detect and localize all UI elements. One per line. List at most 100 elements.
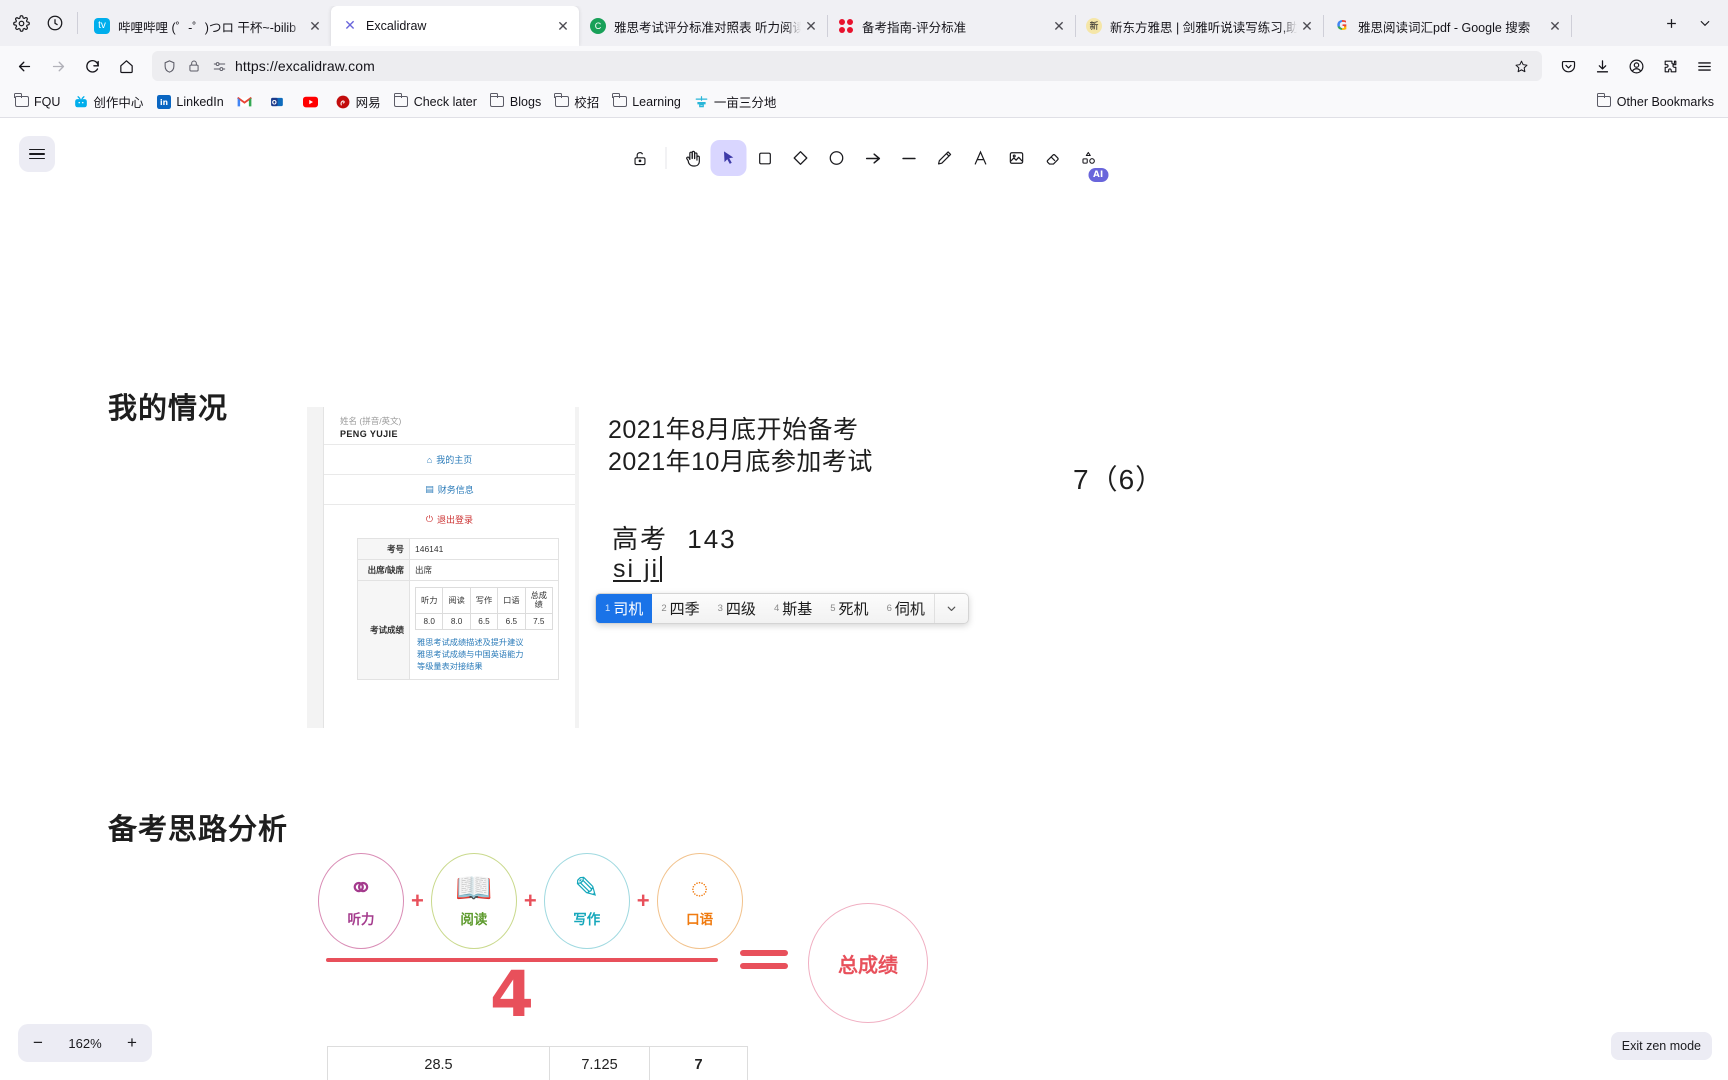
band-header: 口语	[497, 587, 526, 614]
bookmark-item[interactable]: 一亩三分地	[688, 89, 783, 114]
zoom-in-button[interactable]: +	[116, 1027, 148, 1059]
site-settings-icon[interactable]	[210, 57, 228, 75]
score-footer-links[interactable]: 雅思考试成绩描述及提升建议 雅思考试成绩与中国英语能力 等级量表对接结果	[415, 632, 553, 675]
draw-tool[interactable]	[927, 140, 963, 176]
bookmark-item[interactable]: Blogs	[484, 91, 547, 112]
score-average-table: 28.5 7.125 7	[327, 1046, 748, 1080]
bookmark-star-icon[interactable]	[1508, 53, 1534, 79]
account-icon[interactable]	[1620, 50, 1652, 82]
history-icon[interactable]	[38, 6, 72, 40]
skill-circle-writing: ✎ 写作	[543, 853, 630, 949]
exam-number-label: 考号	[357, 538, 410, 560]
browser-tab[interactable]: 备考指南-评分标准 ✕	[827, 6, 1076, 46]
redbook-favicon	[838, 18, 854, 34]
bookmark-item[interactable]	[231, 91, 263, 112]
back-button[interactable]	[8, 50, 40, 82]
footer-link[interactable]: 雅思考试成绩描述及提升建议	[417, 637, 551, 649]
band-headers-row: 听力 阅读 写作 口语 总成绩	[414, 587, 554, 614]
excalidraw-canvas[interactable]: 我的情况 备考思路分析 2021年8月底开始备考 2021年10月底参加考试 高…	[0, 118, 1728, 1080]
tab-close-button[interactable]: ✕	[553, 16, 573, 36]
more-tools-button[interactable]: AI	[1071, 140, 1109, 182]
text-editor-typing[interactable]: si ji	[613, 555, 663, 584]
browser-tab-active[interactable]: ✕ Excalidraw ✕	[331, 6, 579, 46]
zoom-out-button[interactable]: −	[22, 1027, 54, 1059]
text-tool[interactable]	[963, 140, 999, 176]
ime-candidate[interactable]: 5 死机	[821, 594, 877, 623]
reload-button[interactable]	[76, 50, 108, 82]
line-tool[interactable]	[891, 140, 927, 176]
url-text[interactable]: https://excalidraw.com	[235, 58, 1501, 74]
scores-label: 考试成绩	[357, 580, 410, 680]
ime-candidate-bar[interactable]: 1 司机 2 四季 3 四级 4 斯基 5 死机 6 伺机	[595, 593, 969, 624]
lock-icon[interactable]	[185, 57, 203, 75]
link-financial-info[interactable]: ▤ 财务信息	[324, 474, 575, 504]
tab-close-button[interactable]: ✕	[801, 16, 821, 36]
other-bookmarks-label: Other Bookmarks	[1616, 94, 1714, 109]
ime-candidate[interactable]: 1 司机	[596, 594, 653, 623]
candidate-name-block: 姓名 (拼音/英文) PENG YUJIE	[324, 407, 575, 444]
ime-candidate[interactable]: 4 斯基	[765, 594, 821, 623]
hamburger-menu-button[interactable]	[19, 136, 55, 172]
footer-link[interactable]: 等级量表对接结果	[417, 661, 551, 673]
browser-tab[interactable]: tv 哔哩哔哩 (゜-゜)つロ 干杯~-bilib ✕	[83, 6, 332, 46]
app-menu-icon[interactable]	[1688, 50, 1720, 82]
ime-expand-button[interactable]	[933, 594, 968, 623]
link-logout[interactable]: ⏻ 退出登录	[324, 504, 575, 534]
hand-tool[interactable]	[675, 140, 711, 176]
ellipse-tool[interactable]	[819, 140, 855, 176]
ielts-score-screenshot[interactable]: 姓名 (拼音/英文) PENG YUJIE ⌂ 我的主页 ▤ 财务信息 ⏻ 退出…	[307, 407, 579, 728]
skill-circles-row: ⚭ 听力 + 📖 阅读 + ✎ 写作 + ◌ 口语	[318, 853, 743, 949]
plus-sign: +	[523, 888, 537, 913]
bookmark-item[interactable]: O	[264, 91, 296, 112]
selection-tool[interactable]	[710, 140, 747, 176]
tab-close-button[interactable]: ✕	[1545, 16, 1565, 36]
band-value: 6.5	[497, 612, 526, 631]
rectangle-tool[interactable]	[747, 140, 783, 176]
ielts-formula-infographic[interactable]: ⚭ 听力 + 📖 阅读 + ✎ 写作 + ◌ 口语 4 总成绩	[290, 853, 950, 1038]
address-bar[interactable]: https://excalidraw.com	[152, 51, 1542, 81]
forward-button[interactable]	[42, 50, 74, 82]
browser-tab[interactable]: 新 新东方雅思 | 剑雅听说读写练习,助 ✕	[1075, 6, 1324, 46]
shield-icon[interactable]	[160, 57, 178, 75]
downloads-icon[interactable]	[1586, 50, 1618, 82]
bookmark-item[interactable]	[297, 91, 329, 112]
exit-zen-mode-button[interactable]: Exit zen mode	[1610, 1032, 1712, 1060]
browser-window: tv 哔哩哔哩 (゜-゜)つロ 干杯~-bilib ✕ ✕ Excalidraw…	[0, 0, 1728, 1080]
bookmark-item[interactable]: 创作中心	[67, 89, 149, 114]
bookmark-item[interactable]: 校招	[548, 89, 605, 114]
image-tool[interactable]	[999, 140, 1035, 176]
ime-candidate[interactable]: 2 四季	[652, 594, 708, 623]
eraser-tool[interactable]	[1035, 140, 1071, 176]
ime-candidate[interactable]: 3 四级	[709, 594, 765, 623]
other-bookmarks-folder[interactable]: Other Bookmarks	[1591, 91, 1720, 112]
ime-candidate[interactable]: 6 伺机	[878, 594, 934, 623]
bookmark-item[interactable]: Learning	[606, 91, 687, 112]
skill-label: 阅读	[460, 912, 488, 927]
bookmark-item[interactable]: FQU	[8, 91, 66, 112]
browser-tab[interactable]: G 雅思阅读词汇pdf - Google 搜索 ✕	[1323, 6, 1572, 46]
new-tab-button[interactable]	[1654, 6, 1688, 40]
firefox-view-icon[interactable]	[4, 6, 38, 40]
bookmark-item[interactable]: in LinkedIn	[150, 91, 229, 112]
skill-label: 听力	[347, 912, 375, 927]
bookmark-item[interactable]: 网易	[330, 89, 387, 114]
tab-close-button[interactable]: ✕	[1049, 16, 1069, 36]
link-my-homepage[interactable]: ⌂ 我的主页	[324, 444, 575, 474]
tab-close-button[interactable]: ✕	[1297, 16, 1317, 36]
ime-candidate-index: 1	[605, 603, 611, 614]
browser-tab[interactable]: C 雅思考试评分标准对照表 听力阅读 ✕	[579, 6, 828, 46]
bookmark-item[interactable]: Check later	[388, 91, 483, 112]
tab-close-button[interactable]: ✕	[305, 16, 325, 36]
excalidraw-favicon: ✕	[344, 18, 356, 34]
footer-link[interactable]: 雅思考试成绩与中国英语能力	[417, 649, 551, 661]
bookmark-label: FQU	[34, 94, 61, 109]
zoom-level-value[interactable]: 162%	[68, 1036, 101, 1051]
arrow-tool[interactable]	[855, 140, 891, 176]
diamond-tool[interactable]	[783, 140, 819, 176]
extensions-icon[interactable]	[1654, 50, 1686, 82]
lock-tool[interactable]	[622, 140, 658, 176]
pocket-save-icon[interactable]	[1552, 50, 1584, 82]
plus-sign: +	[636, 888, 650, 913]
list-all-tabs-button[interactable]	[1688, 6, 1722, 40]
home-button[interactable]	[110, 50, 142, 82]
